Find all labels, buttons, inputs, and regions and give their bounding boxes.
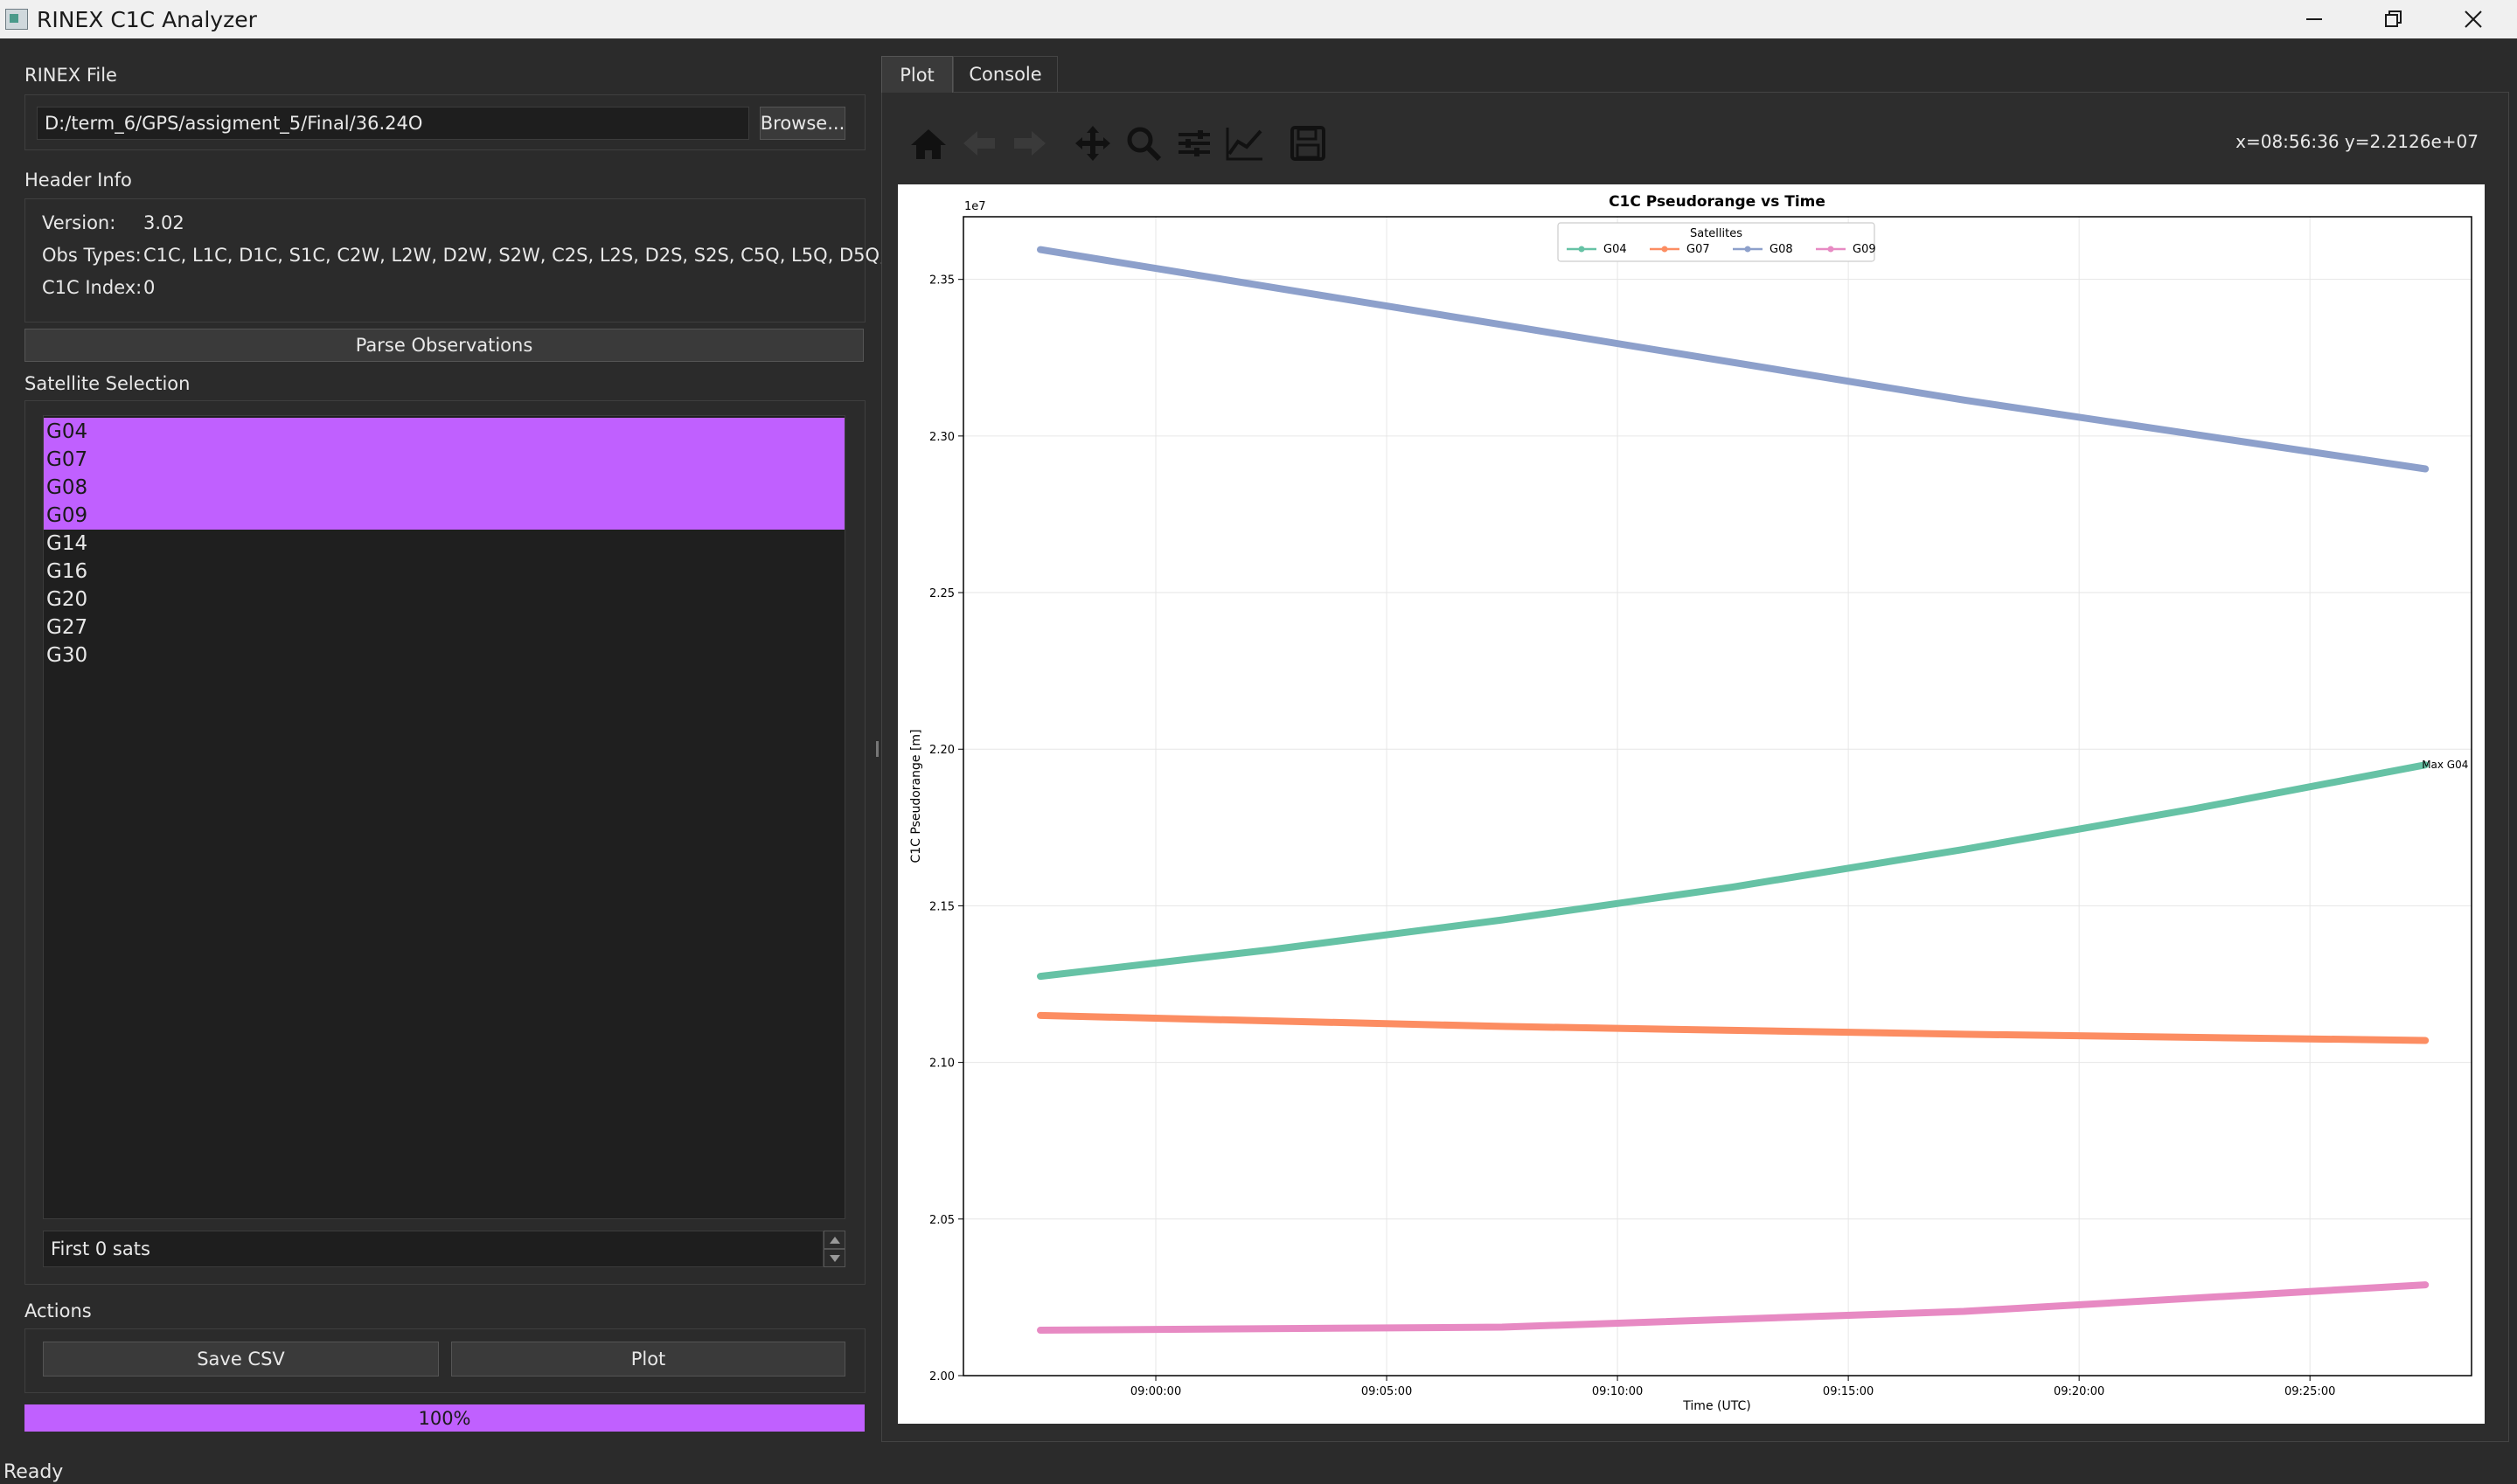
- y-tick-label: 2.20: [929, 744, 955, 757]
- satellite-selection-label: Satellite Selection: [24, 373, 191, 394]
- plot-canvas[interactable]: 09:00:00 09:05:00 09:10:00 09:15:00 09:20:00…: [898, 184, 2485, 1424]
- x-tick-label: 09:10:00: [1592, 1385, 1643, 1398]
- y-tick-label: 2.05: [929, 1214, 955, 1227]
- rinex-file-label: RINEX File: [24, 65, 117, 86]
- legend-marker-g04: [1578, 246, 1585, 253]
- version-label: Version:: [42, 212, 116, 233]
- y-axis-label: C1C Pseudorange [m]: [909, 729, 923, 863]
- restore-icon: [2385, 10, 2402, 27]
- annotation-label: Max G04: [2422, 759, 2468, 771]
- legend-label-g09: G09: [1853, 243, 1876, 256]
- pan-icon[interactable]: [1072, 124, 1114, 163]
- spin-down-icon: [829, 1254, 840, 1262]
- series-line-g09: [1037, 1281, 2430, 1334]
- close-button[interactable]: [2438, 0, 2508, 38]
- y-tick-label: 2.00: [929, 1370, 955, 1383]
- y-tick-label: 2.10: [929, 1058, 955, 1071]
- version-value: 3.02: [143, 212, 184, 233]
- home-icon[interactable]: [907, 124, 949, 163]
- tab-plot[interactable]: Plot: [881, 56, 953, 93]
- satellite-item[interactable]: G20: [44, 586, 845, 614]
- sats-spinbox[interactable]: First 0 sats: [43, 1231, 824, 1267]
- back-arrow-icon[interactable]: [958, 124, 1000, 163]
- legend-label-g08: G08: [1770, 243, 1793, 256]
- legend-marker-g09: [1827, 246, 1834, 253]
- actions-label: Actions: [24, 1300, 92, 1321]
- y-tick-label: 2.30: [929, 431, 955, 444]
- parse-observations-button[interactable]: Parse Observations: [24, 329, 864, 362]
- chart-legend: Satellites G04 G07 G08 G09: [1557, 222, 1876, 262]
- zoom-icon[interactable]: [1123, 124, 1165, 163]
- chart-series: [1037, 246, 2430, 1334]
- satellite-item[interactable]: G16: [44, 558, 845, 586]
- progress-text: 100%: [418, 1407, 471, 1429]
- restore-button[interactable]: [2359, 0, 2429, 38]
- c1c-index-label: C1C Index:: [42, 277, 143, 298]
- y-ticks: 2.00 2.05 2.10 2.15 2.20 2.25 2.30 2.35: [929, 274, 963, 1383]
- obs-types-label: Obs Types:: [42, 245, 142, 266]
- legend-label-g04: G04: [1603, 243, 1627, 256]
- tab-console[interactable]: Console: [953, 56, 1058, 93]
- x-tick-label: 09:05:00: [1361, 1385, 1412, 1398]
- satellite-list[interactable]: G04 G07 G08 G09 G14 G16 G20 G27 G30: [43, 415, 845, 1219]
- spin-up-icon: [829, 1236, 840, 1244]
- minimize-icon: [2306, 18, 2322, 20]
- chart-title: C1C Pseudorange vs Time: [1609, 193, 1825, 211]
- legend-title: Satellites: [1690, 227, 1742, 240]
- legend-marker-g07: [1661, 246, 1668, 253]
- save-icon[interactable]: [1287, 124, 1329, 163]
- satellite-item[interactable]: G14: [44, 530, 845, 558]
- series-line-g04: [1037, 761, 2430, 981]
- satellite-item[interactable]: G27: [44, 614, 845, 641]
- series-line-g07: [1037, 1011, 2430, 1044]
- x-tick-label: 09:20:00: [2054, 1385, 2104, 1398]
- y-offset-text: 1e7: [964, 200, 986, 213]
- forward-arrow-icon[interactable]: [1009, 124, 1051, 163]
- progress-bar: 100%: [24, 1404, 865, 1432]
- chart-svg: 09:00:00 09:05:00 09:10:00 09:15:00 09:20:00…: [909, 193, 2472, 1413]
- configure-subplots-icon[interactable]: [1173, 124, 1215, 163]
- satellite-item[interactable]: G04: [44, 418, 845, 446]
- chart-annotations: Max G04: [2422, 759, 2468, 771]
- obs-types-value: C1C, L1C, D1C, S1C, C2W, L2W, D2W, S2W, …: [143, 245, 929, 266]
- satellite-item[interactable]: G09: [44, 502, 845, 530]
- status-text: Ready: [3, 1461, 64, 1483]
- satellite-item[interactable]: G30: [44, 641, 845, 669]
- minimize-button[interactable]: [2279, 0, 2349, 38]
- x-tick-label: 09:25:00: [2284, 1385, 2335, 1398]
- legend-marker-g08: [1744, 246, 1751, 253]
- spin-down-button[interactable]: [824, 1249, 845, 1267]
- x-tick-label: 09:15:00: [1823, 1385, 1874, 1398]
- app-icon: [5, 9, 28, 30]
- close-icon: [2465, 10, 2482, 28]
- y-tick-label: 2.25: [929, 587, 955, 600]
- rinex-path-field[interactable]: D:/term_6/GPS/assigment_5/Final/36.24O: [37, 107, 749, 140]
- edit-axis-icon[interactable]: [1224, 124, 1266, 163]
- x-ticks: 09:00:00 09:05:00 09:10:00 09:15:00 09:20:00…: [1130, 1376, 2335, 1398]
- x-tick-label: 09:00:00: [1130, 1385, 1181, 1398]
- y-tick-label: 2.35: [929, 274, 955, 288]
- splitter-handle[interactable]: [876, 741, 879, 757]
- c1c-index-value: 0: [143, 277, 156, 298]
- header-info-label: Header Info: [24, 170, 132, 191]
- y-tick-label: 2.15: [929, 900, 955, 913]
- window-titlebar: RINEX C1C Analyzer: [0, 0, 2517, 38]
- x-axis-label: Time (UTC): [1682, 1399, 1750, 1413]
- satellite-item[interactable]: G07: [44, 446, 845, 474]
- legend-label-g07: G07: [1686, 243, 1710, 256]
- cursor-coords: x=08:56:36 y=2.2126e+07: [2235, 131, 2479, 152]
- satellite-item[interactable]: G08: [44, 474, 845, 502]
- window-title: RINEX C1C Analyzer: [37, 7, 257, 32]
- save-csv-button[interactable]: Save CSV: [43, 1342, 439, 1377]
- plot-button[interactable]: Plot: [451, 1342, 845, 1377]
- browse-button[interactable]: Browse...: [760, 107, 845, 140]
- spin-up-button[interactable]: [824, 1231, 845, 1249]
